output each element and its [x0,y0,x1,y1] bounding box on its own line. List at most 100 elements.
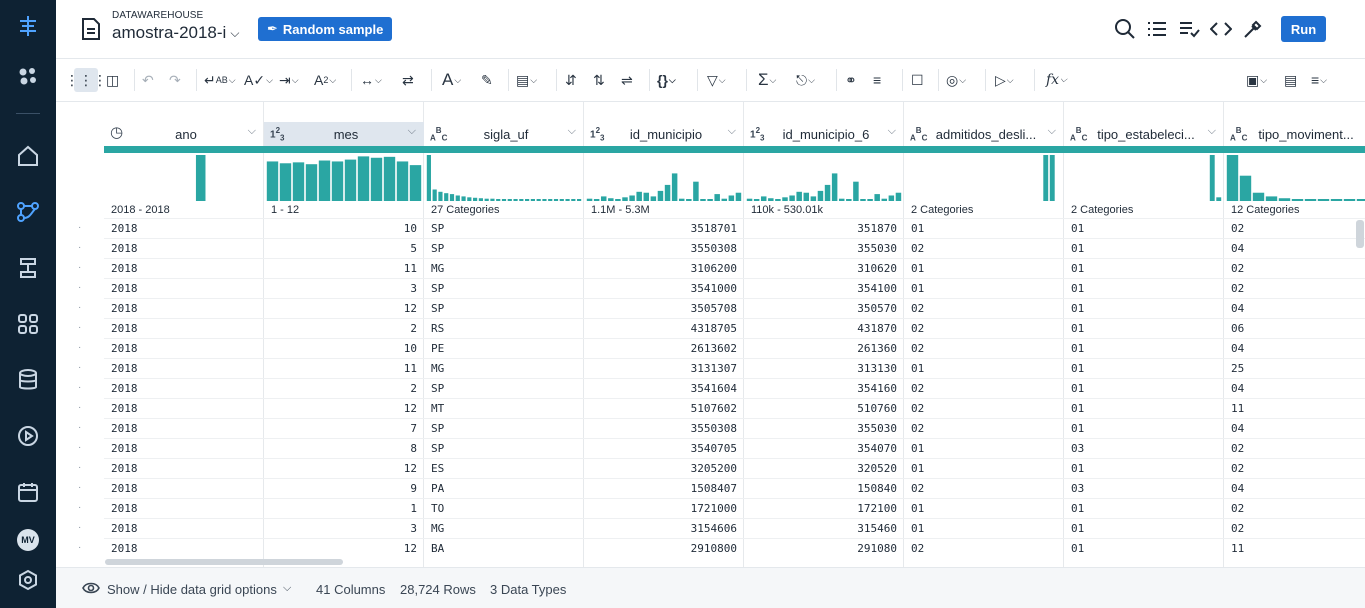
row-marker[interactable]: · [78,482,81,493]
column-menu-chevron-icon[interactable]: ⌵ [888,125,896,138]
histogram-bar[interactable] [1216,197,1222,201]
table-cell[interactable]: 01 [904,518,1064,538]
histogram-bar[interactable] [1278,198,1291,201]
pipette-icon[interactable] [1241,17,1265,41]
table-cell[interactable]: 02 [904,378,1064,398]
table-cell[interactable]: 2018 [104,518,264,538]
row-marker[interactable]: · [78,442,81,453]
table-cell[interactable]: MG [424,258,584,278]
column-histogram[interactable] [264,153,424,201]
histogram-bar[interactable] [383,156,396,201]
table-cell[interactable]: 01 [1064,298,1224,318]
histogram-bar[interactable] [426,155,431,201]
pivot-icon[interactable]: ⇅ [593,68,605,92]
table-cell[interactable]: 12 [264,298,424,318]
histogram-bar[interactable] [496,199,501,201]
row-marker[interactable]: · [78,422,81,433]
table-cell[interactable]: 2 [264,318,424,338]
histogram-bar[interactable] [1049,155,1055,201]
code-icon[interactable] [1209,17,1233,41]
comment-icon[interactable]: ☐ [911,68,924,92]
table-cell[interactable]: 01 [1064,338,1224,358]
table-cell[interactable]: 8 [264,438,424,458]
table-cell[interactable]: 04 [1224,418,1365,438]
table-cell[interactable]: SP [424,218,584,238]
row-marker[interactable]: · [78,382,81,393]
column-header[interactable]: 123 id_municipio ⌵ [584,122,744,146]
table-cell[interactable]: 2018 [104,498,264,518]
table-cell[interactable]: 3550308 [584,418,744,438]
table-cell[interactable]: 11 [1224,538,1365,558]
histogram-bar[interactable] [608,198,614,201]
column-histogram[interactable] [104,153,264,201]
random-sample-button[interactable]: ✒ Random sample [258,17,393,41]
histogram-bar[interactable] [810,196,817,201]
table-cell[interactable]: 2018 [104,458,264,478]
table-cell[interactable]: 3541604 [584,378,744,398]
histogram-bar[interactable] [292,162,305,201]
column-header[interactable]: ABC tipo_estabeleci... ⌵ [1064,122,1224,146]
redo-icon[interactable]: ↷ [169,68,181,92]
table-cell[interactable]: 02 [1224,258,1365,278]
table-cell[interactable]: 2910800 [584,538,744,558]
histogram-bar[interactable] [888,195,895,201]
table-cell[interactable]: 355030 [744,418,904,438]
table-cell[interactable]: TO [424,498,584,518]
table-cell[interactable]: SP [424,378,584,398]
table-cell[interactable]: 12 [264,458,424,478]
table-cell[interactable]: 12 [264,398,424,418]
table-cell[interactable]: 2018 [104,338,264,358]
column-header[interactable]: 123 mes ⌵ [264,122,424,146]
macro-icon[interactable]: ▷ ⌵ [995,68,1014,92]
table-cell[interactable]: 02 [1224,518,1365,538]
checklist-icon[interactable] [1177,17,1201,41]
table-cell[interactable]: 01 [1064,498,1224,518]
histogram-bar[interactable] [525,199,530,201]
histogram-bar[interactable] [895,192,902,201]
histogram-bar[interactable] [838,198,845,201]
table-cell[interactable]: 3541000 [584,278,744,298]
histogram-bar[interactable] [874,194,880,201]
grid-options-toggle[interactable]: Show / Hide data grid options [107,582,277,597]
histogram-bar[interactable] [775,199,781,201]
column-header[interactable]: ABC admitidos_desli... ⌵ [904,122,1064,146]
table-cell[interactable]: 03 [1064,478,1224,498]
table-cell[interactable]: 2018 [104,298,264,318]
sort-icon[interactable]: ≡ [873,68,881,92]
histogram-bar[interactable] [559,199,564,201]
histogram-bar[interactable] [507,199,512,201]
histogram-bar[interactable] [768,198,774,201]
histogram-bar[interactable] [853,181,859,201]
table-cell[interactable]: 2018 [104,238,264,258]
table-cell[interactable]: 11 [1224,398,1365,418]
histogram-bar[interactable] [678,198,685,201]
histogram-bar[interactable] [536,199,541,201]
data-quality-bar[interactable] [264,146,424,153]
table-cell[interactable]: 01 [904,438,1064,458]
table-cell[interactable]: 04 [1224,478,1365,498]
table-cell[interactable]: 04 [1224,338,1365,358]
column-menu-chevron-icon[interactable]: ⌵ [728,125,736,138]
table-cell[interactable]: 315460 [744,518,904,538]
grid-dots-icon[interactable]: ⋮⋮⋮ [65,68,107,92]
histogram-bar[interactable] [824,184,831,201]
table-cell[interactable]: 04 [1224,238,1365,258]
dataset-title[interactable]: amostra-2018-i ⌵ [112,23,239,43]
clean-icon[interactable]: ✎ [481,68,493,92]
eye-icon[interactable] [82,581,100,595]
data-quality-bar[interactable] [1224,146,1365,153]
histogram-bar[interactable] [444,193,449,201]
histogram-bar[interactable] [735,192,742,201]
table-cell[interactable]: 510760 [744,398,904,418]
rename-icon[interactable]: A 2 ⌵ [314,68,336,92]
text-format-icon[interactable]: A ⌵ [442,68,461,92]
row-marker[interactable]: · [78,342,81,353]
histogram-bar[interactable] [577,199,582,201]
column-menu-chevron-icon[interactable]: ⌵ [568,125,576,138]
table-cell[interactable]: 25 [1224,358,1365,378]
move-column-icon[interactable]: ⇥ ⌵ [279,68,299,92]
table-cell[interactable]: 2018 [104,538,264,558]
table-cell[interactable]: 150840 [744,478,904,498]
histogram-bar[interactable] [671,173,678,201]
data-quality-bar[interactable] [424,146,584,153]
